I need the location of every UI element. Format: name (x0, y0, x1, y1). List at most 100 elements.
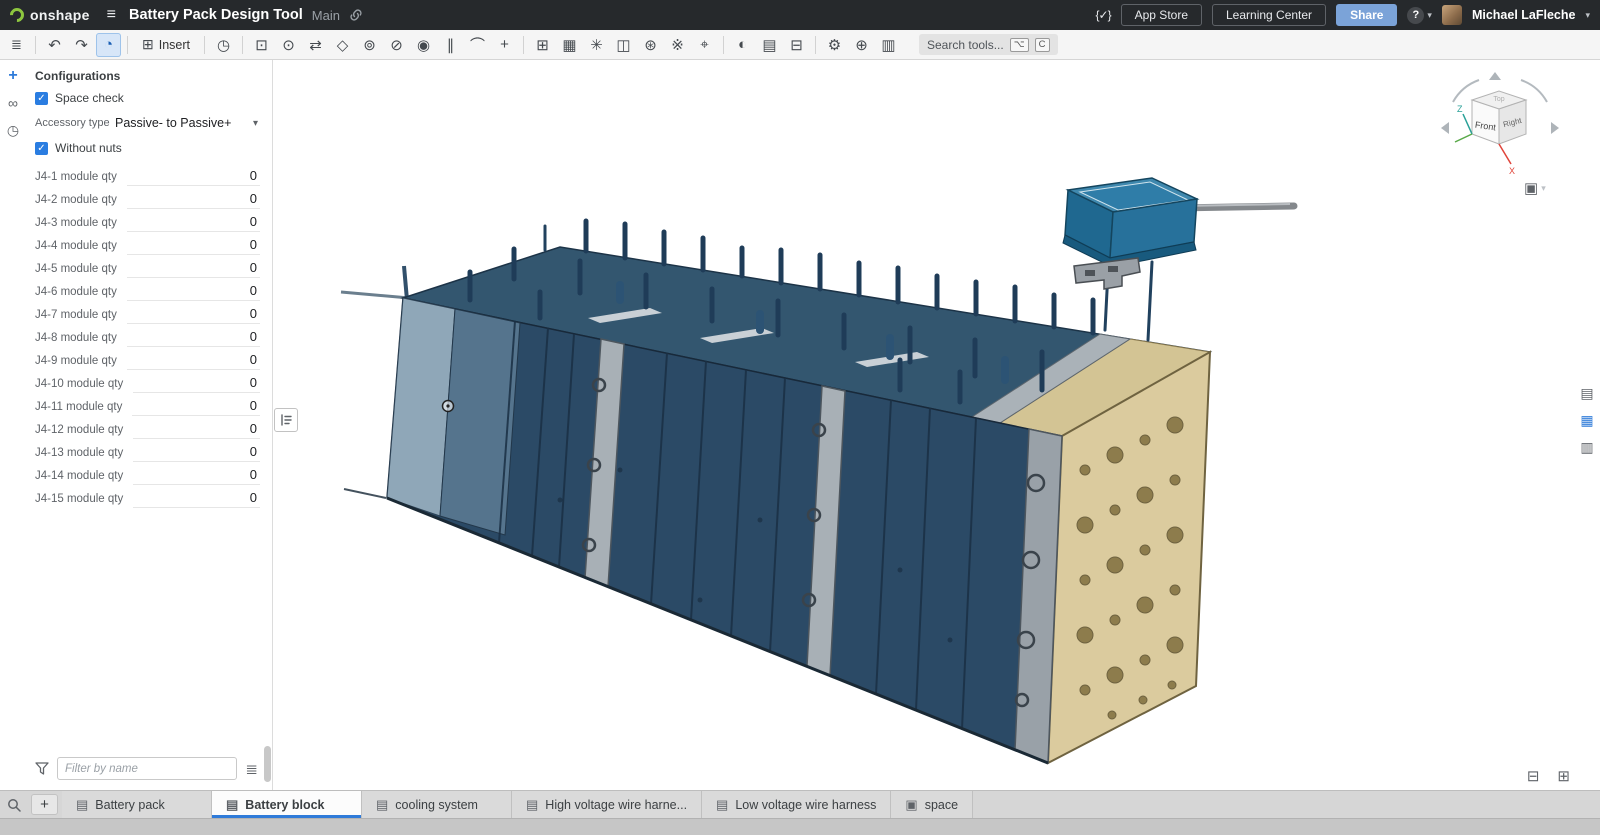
module-qty-input[interactable]: 0 (132, 398, 260, 416)
filter-by-name-input[interactable] (57, 757, 237, 780)
display-states-icon[interactable]: ◐ (730, 33, 755, 57)
pin-slot-mate-icon[interactable]: ⊘ (384, 33, 409, 57)
mate-connector-rail-icon[interactable]: + (2, 65, 24, 87)
module-qty-input[interactable]: 0 (133, 375, 260, 393)
share-link-icon[interactable] (349, 8, 363, 22)
feature-list-icon[interactable]: ≣ (4, 33, 29, 57)
module-qty-input[interactable]: 0 (127, 237, 260, 255)
tab-high-voltage-wire-harness[interactable]: ▤ High voltage wire harne... (512, 791, 702, 818)
view-options-menu[interactable]: ▣ ▾ (1524, 179, 1546, 197)
feature-script-icon[interactable]: {✓} (1096, 8, 1111, 22)
tab-label: space (925, 798, 958, 812)
configurations-icon[interactable]: ⚙ (822, 33, 847, 57)
redo-icon[interactable]: ↷ (69, 33, 94, 57)
workspace-name[interactable]: Main (312, 8, 340, 23)
table-icon[interactable]: ⊞ (1557, 767, 1570, 785)
insert-button[interactable]: ⊞ Insert (134, 33, 198, 57)
versions-panel-icon[interactable]: ▥ (1577, 437, 1597, 457)
search-tabs-icon[interactable] (0, 791, 27, 818)
section-view-icon[interactable]: ⊟ (784, 33, 809, 57)
cylindrical-mate-icon[interactable]: ⊚ (357, 33, 382, 57)
module-qty-input[interactable]: 0 (127, 168, 260, 186)
without-nuts-row[interactable]: ✓ Without nuts (35, 141, 260, 155)
rotate-left-arrow-icon[interactable] (1441, 122, 1449, 134)
module-qty-input[interactable]: 0 (127, 191, 260, 209)
search-tools-field[interactable]: Search tools... ⌥ C (919, 34, 1058, 55)
learning-center-button[interactable]: Learning Center (1212, 4, 1326, 26)
without-nuts-checkbox[interactable]: ✓ (35, 142, 48, 155)
list-view-icon[interactable]: ≣ (245, 760, 258, 778)
module-qty-input[interactable]: 0 (127, 306, 260, 324)
bom-icon[interactable]: ▤ (757, 33, 782, 57)
replicate-icon[interactable]: ⊛ (638, 33, 663, 57)
fasten-mate-icon[interactable]: ⊡ (249, 33, 274, 57)
history-icon[interactable]: ◷ (211, 33, 236, 57)
new-tab-button[interactable]: + (31, 794, 58, 815)
module-qty-input[interactable]: 0 (133, 444, 260, 462)
custom-features-icon[interactable]: ⊕ (849, 33, 874, 57)
print-icon[interactable]: ⊟ (1527, 767, 1540, 785)
help-menu[interactable]: ? ▾ (1407, 7, 1432, 24)
module-qty-input[interactable]: 0 (133, 490, 260, 508)
explode-icon[interactable]: ※ (665, 33, 690, 57)
mirror-icon[interactable]: ◫ (611, 33, 636, 57)
rotate-cw-arrow-icon[interactable] (1521, 80, 1547, 102)
parts-panel-icon[interactable]: ▦ (1577, 410, 1597, 430)
tangent-mate-icon[interactable]: ⌒ (465, 33, 490, 57)
battery-pack-model[interactable] (341, 221, 1210, 763)
rotate-right-arrow-icon[interactable] (1551, 122, 1559, 134)
document-title[interactable]: Battery Pack Design Tool (129, 7, 303, 23)
floating-accessory-component[interactable] (1063, 178, 1294, 289)
filter-funnel-icon[interactable] (35, 762, 49, 775)
interference-check-icon[interactable]: ∞ (2, 92, 24, 114)
feature-list-flyout-button[interactable] (274, 408, 298, 432)
history-rail-icon[interactable]: ◷ (2, 119, 24, 141)
module-qty-input[interactable]: 0 (127, 260, 260, 278)
linear-pattern-icon[interactable]: ▦ (557, 33, 582, 57)
space-check-checkbox[interactable]: ✓ (35, 92, 48, 105)
slider-mate-icon[interactable]: ⇄ (303, 33, 328, 57)
tab-battery-pack[interactable]: ▤ Battery pack (62, 791, 212, 818)
shortcut-key-c: C (1035, 38, 1050, 52)
module-qty-input[interactable]: 0 (127, 214, 260, 232)
share-button[interactable]: Share (1336, 4, 1397, 26)
tab-low-voltage-wire-harness[interactable]: ▤ Low voltage wire harness (702, 791, 891, 818)
module-qty-row: J4-7 module qty0 (35, 301, 260, 324)
tab-space[interactable]: ▣ space (891, 791, 973, 818)
module-qty-input[interactable]: 0 (127, 352, 260, 370)
user-name[interactable]: Michael LaFleche (1472, 8, 1576, 22)
module-qty-input[interactable]: 0 (133, 467, 260, 485)
module-qty-input[interactable]: 0 (127, 283, 260, 301)
tab-cooling-system[interactable]: ▤ cooling system (362, 791, 512, 818)
module-qty-input[interactable]: 0 (133, 421, 260, 439)
snapshot-icon[interactable]: ⌖ (692, 33, 717, 57)
hamburger-menu-icon[interactable]: ≡ (107, 6, 116, 24)
revolute-mate-icon[interactable]: ⊙ (276, 33, 301, 57)
accessory-type-select[interactable]: Passive- to Passive+ ▾ (113, 113, 260, 133)
comments-panel-icon[interactable]: ▤ (1577, 383, 1597, 403)
group-icon[interactable]: ⊞ (530, 33, 555, 57)
tab-battery-block[interactable]: ▤ Battery block (212, 791, 362, 818)
avatar[interactable] (1442, 5, 1462, 25)
space-check-row[interactable]: ✓ Space check (35, 91, 260, 105)
onshape-logo[interactable]: onshape (10, 7, 90, 23)
user-caret-icon[interactable]: ▾ (1585, 10, 1590, 21)
accessory-type-value: Passive- to Passive+ (115, 116, 231, 130)
mate-connector-icon[interactable]: + (492, 33, 517, 57)
chevron-down-icon: ▾ (253, 118, 258, 129)
cursor-crosshair (443, 401, 454, 412)
ball-mate-icon[interactable]: ◉ (411, 33, 436, 57)
rotate-up-arrow-icon[interactable] (1489, 72, 1501, 80)
module-qty-row: J4-8 module qty0 (35, 324, 260, 347)
parallel-mate-icon[interactable]: ∥ (438, 33, 463, 57)
module-qty-input[interactable]: 0 (127, 329, 260, 347)
panel-scrollbar-thumb[interactable] (264, 746, 271, 782)
app-store-button[interactable]: App Store (1121, 4, 1202, 26)
tables-icon[interactable]: ▥ (876, 33, 901, 57)
planar-mate-icon[interactable]: ◇ (330, 33, 355, 57)
assembly-tab-icon: ▤ (376, 797, 388, 813)
onshape-logo-icon (7, 5, 27, 25)
circular-pattern-icon[interactable]: ✳ (584, 33, 609, 57)
active-tool-icon[interactable]: ◔ (96, 33, 121, 57)
undo-icon[interactable]: ↶ (42, 33, 67, 57)
